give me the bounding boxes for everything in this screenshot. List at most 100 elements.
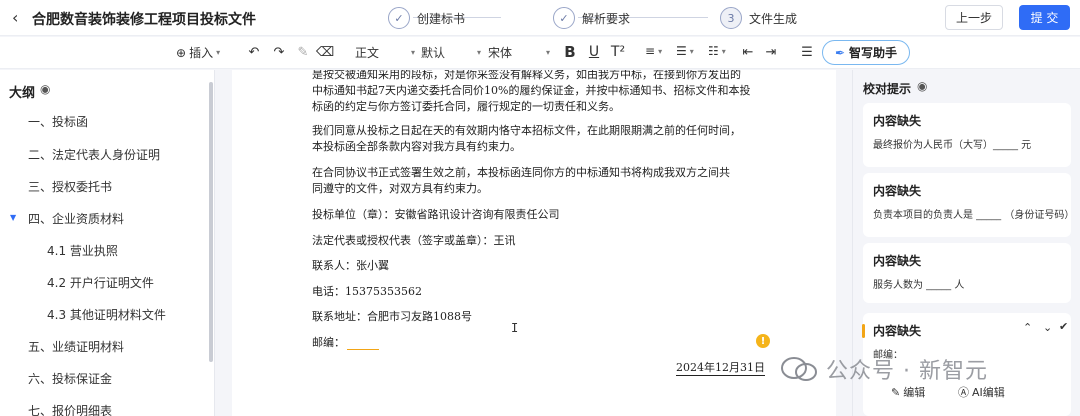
issue-title: 内容缺失 [873, 114, 922, 128]
outline-item[interactable]: 三、授权委托书 [28, 178, 112, 195]
issue-title: 内容缺失 [873, 254, 922, 268]
outline-item[interactable]: 六、投标保证金 [28, 370, 112, 387]
outline-item[interactable]: 二、法定代表人身份证明 [28, 146, 160, 163]
chevron-down-icon[interactable]: ⌄ [1043, 321, 1052, 334]
format-painter-icon[interactable]: ✎ [294, 43, 312, 61]
paragraph-style-select[interactable]: 正文 ▾ [355, 44, 415, 61]
edit-label: 编辑 [903, 386, 926, 399]
chevron-down-icon: ▾ [216, 48, 221, 57]
watermark-text: 公众号 · 新智元 [826, 359, 988, 384]
eye-icon[interactable]: ◉ [40, 82, 50, 96]
legal-rep-line: 法定代表或授权代表（签字或盖章）：王讯 [312, 234, 516, 247]
issue-detail: 负责本项目的负责人是 _____ （身份证号码） [873, 210, 1075, 221]
postcode-label: 邮编： [312, 336, 345, 349]
postcode-line: 邮编： [312, 334, 379, 350]
issue-detail: 服务人数为 _____ 人 [873, 280, 965, 291]
top-header: ‹ 合肥数音装饰装修工程项目投标文件 ✓ 创建标书 ✓ 解析要求 3 文件生成 … [0, 0, 1080, 36]
ai-edit-button[interactable]: Ⓐ AI编辑 [958, 384, 1005, 400]
check-circle-icon[interactable]: ✔ [1059, 320, 1068, 333]
issue-card[interactable]: 内容缺失 服务人数为 _____ 人 [863, 243, 1071, 303]
clear-format-icon[interactable]: ⌫ [316, 43, 334, 61]
bullet-list-menu[interactable]: ☷ ▾ [708, 44, 726, 58]
ai-edit-label: AI编辑 [972, 386, 1005, 399]
chevron-down-icon: ▾ [477, 48, 482, 57]
issue-title: 内容缺失 [873, 324, 922, 338]
ai-icon: Ⓐ [958, 386, 969, 399]
issue-card[interactable]: 内容缺失 负责本项目的负责人是 _____ （身份证号码） [863, 173, 1075, 237]
active-indicator [862, 324, 865, 338]
redo-icon[interactable]: ↷ [270, 43, 288, 61]
step-label: 文件生成 [749, 11, 798, 26]
ordered-list-icon: ☰ [676, 44, 687, 58]
pencil-icon: ✎ [891, 385, 901, 399]
chevron-down-icon: ▾ [411, 48, 416, 57]
bold-icon[interactable]: B [561, 43, 579, 61]
chevron-down-icon: ▾ [658, 46, 663, 56]
outline-subitem[interactable]: 4.2 开户行证明文件 [47, 274, 154, 291]
assistant-label: 智写助手 [849, 46, 898, 60]
issue-card[interactable]: 内容缺失 最终报价为人民币（大写）_____ 元 [863, 103, 1071, 167]
step-number: 3 [720, 7, 742, 29]
back-arrow-icon[interactable]: ‹ [12, 8, 18, 27]
doc-text-line: 是按交被通知采用的段标，对是你采签没有解释义务，如由我方中标，在接到你方发出的 [312, 70, 741, 81]
caret-down-icon[interactable]: ▼ [10, 213, 16, 222]
outline-panel: 大纲 ◉ 一、投标函 二、法定代表人身份证明 三、授权委托书 ▼ 四、企业资质材… [0, 70, 215, 416]
doc-text-line: 在合同协议书正式签署生效之前，本投标函连同你方的中标通知书将构成我双方之间共 [312, 166, 730, 179]
font-size-select[interactable]: 默认 ▾ [421, 44, 481, 61]
step-generate[interactable]: 3 文件生成 [720, 6, 797, 30]
postcode-blank[interactable] [347, 338, 379, 350]
font-family-select[interactable]: 宋体 ▾ [488, 44, 550, 61]
font-value: 宋体 [488, 46, 513, 60]
warning-icon[interactable]: ! [756, 334, 770, 348]
doc-text-line: 同遵守的文件，对双方具有约束力。 [312, 182, 488, 195]
outline-item[interactable]: 一、投标函 [28, 113, 88, 130]
issue-detail: 最终报价为人民币（大写）_____ 元 [873, 140, 1032, 151]
document-page[interactable]: 是按交被通知采用的段标，对是你采签没有解释义务，如由我方中标，在接到你方发出的 … [232, 70, 836, 416]
indent-decrease-icon[interactable]: ⇤ [739, 43, 757, 61]
plus-circle-icon: ⊕ [176, 45, 187, 60]
undo-icon[interactable]: ↶ [245, 43, 263, 61]
eye-icon[interactable]: ◉ [917, 79, 927, 93]
submit-button[interactable]: 提 交 [1019, 5, 1070, 30]
outline-title: 大纲 [9, 86, 36, 101]
doc-text-line: 本投标函全部条款内容对我方具有约束力。 [312, 140, 521, 153]
bidder-line: 投标单位（章）：安徽省路讯设计咨询有限责任公司 [312, 208, 560, 221]
indent-increase-icon[interactable]: ⇥ [762, 43, 780, 61]
step-create[interactable]: ✓ 创建标书 [388, 6, 465, 30]
document-outline-icon[interactable]: ☰ [798, 43, 816, 61]
underline-icon[interactable]: U [585, 43, 603, 61]
issue-title: 内容缺失 [873, 184, 922, 198]
size-value: 默认 [421, 46, 446, 60]
style-value: 正文 [355, 46, 380, 60]
ordered-list-menu[interactable]: ☰ ▾ [676, 44, 694, 58]
phone-line: 电话：15375353562 [312, 285, 422, 298]
align-menu[interactable]: ≡ ▾ [645, 44, 662, 58]
outline-scrollbar[interactable] [209, 82, 213, 362]
proofread-title: 校对提示 [863, 82, 912, 96]
check-icon: ✓ [388, 7, 410, 29]
doc-text-line: 标函的约定与你方签订委托合同，履行规定的一切责任和义务。 [312, 100, 620, 113]
prev-step-button[interactable]: 上一步 [945, 5, 1003, 30]
edit-button[interactable]: ✎ 编辑 [891, 384, 925, 400]
superscript-icon[interactable]: T² [609, 43, 627, 61]
address-line: 联系地址：合肥市习友路1088号 [312, 310, 472, 323]
chevron-down-icon: ▾ [721, 46, 726, 56]
step-label: 解析要求 [582, 11, 631, 26]
step-parse[interactable]: ✓ 解析要求 [553, 6, 630, 30]
doc-text-line: 我们同意从投标之日起在天的有效期内恪守本招标文件，在此期限期满之前的任何时间， [312, 124, 741, 137]
insert-menu[interactable]: ⊕ 插入 ▾ [176, 44, 220, 61]
feather-pen-icon: ✒ [834, 45, 846, 60]
align-left-icon: ≡ [645, 44, 656, 58]
outline-item[interactable]: 七、报价明细表 [28, 402, 112, 416]
document-title: 合肥数音装饰装修工程项目投标文件 [32, 12, 256, 28]
chevron-up-icon[interactable]: ⌃ [1023, 321, 1032, 334]
writing-assistant-button[interactable]: ✒ 智写助手 [822, 40, 910, 65]
step-label: 创建标书 [417, 11, 466, 26]
outline-subitem[interactable]: 4.3 其他证明材料文件 [47, 306, 166, 323]
contact-line: 联系人：张小翼 [312, 259, 389, 272]
outline-subitem[interactable]: 4.1 营业执照 [47, 242, 118, 259]
chevron-down-icon: ▾ [689, 46, 694, 56]
outline-item[interactable]: 四、企业资质材料 [28, 210, 124, 227]
outline-item[interactable]: 五、业绩证明材料 [28, 338, 124, 355]
wechat-logo-icon [781, 357, 817, 381]
